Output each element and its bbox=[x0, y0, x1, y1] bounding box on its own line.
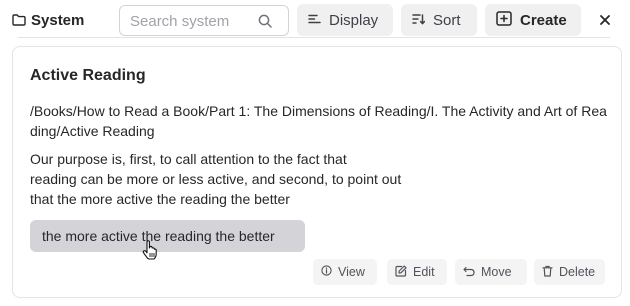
breadcrumb-label: System bbox=[31, 11, 85, 29]
move-button[interactable]: Move bbox=[455, 259, 527, 285]
edit-button[interactable]: Edit bbox=[387, 259, 447, 285]
note-path: /Books/How to Read a Book/Part 1: The Di… bbox=[30, 103, 607, 139]
sort-button-label: Sort bbox=[433, 11, 461, 29]
search-input[interactable] bbox=[130, 12, 255, 30]
move-icon bbox=[463, 265, 475, 280]
info-icon bbox=[321, 265, 332, 279]
edit-button-label: Edit bbox=[413, 265, 435, 279]
delete-button[interactable]: Delete bbox=[534, 259, 605, 285]
toolbar: System Display bbox=[0, 0, 630, 40]
folder-icon bbox=[12, 14, 26, 26]
note-body-line: that the more active the reading the bet… bbox=[30, 191, 290, 207]
close-icon[interactable] bbox=[596, 11, 614, 29]
note-body: Our purpose is, first, to call attention… bbox=[30, 149, 450, 209]
sort-button[interactable]: Sort bbox=[401, 4, 477, 36]
view-button[interactable]: View bbox=[313, 259, 377, 285]
display-button-label: Display bbox=[329, 11, 379, 29]
trash-icon bbox=[542, 265, 553, 280]
view-button-label: View bbox=[338, 265, 365, 279]
note-card: Active Reading /Books/How to Read a Book… bbox=[12, 46, 622, 298]
search-box[interactable] bbox=[119, 5, 289, 36]
move-button-label: Move bbox=[481, 265, 512, 279]
display-button[interactable]: Display bbox=[297, 4, 393, 36]
note-body-line: Our purpose is, first, to call attention… bbox=[30, 151, 347, 167]
search-icon[interactable] bbox=[258, 14, 272, 33]
sort-icon bbox=[412, 12, 426, 29]
hand-pointer-cursor bbox=[141, 240, 159, 260]
delete-button-label: Delete bbox=[559, 265, 596, 279]
display-options-icon bbox=[308, 12, 321, 29]
edit-icon bbox=[395, 264, 407, 280]
toolbar-divider bbox=[18, 37, 610, 38]
file-plus-icon bbox=[496, 10, 512, 30]
breadcrumb[interactable]: System bbox=[12, 10, 84, 30]
create-button[interactable]: Create bbox=[485, 4, 581, 36]
note-title: Active Reading bbox=[30, 67, 146, 84]
note-body-line: reading can be more or less active, and … bbox=[30, 171, 402, 187]
create-button-label: Create bbox=[520, 11, 567, 29]
highlight-chip[interactable]: the more active the reading the better bbox=[30, 220, 305, 252]
